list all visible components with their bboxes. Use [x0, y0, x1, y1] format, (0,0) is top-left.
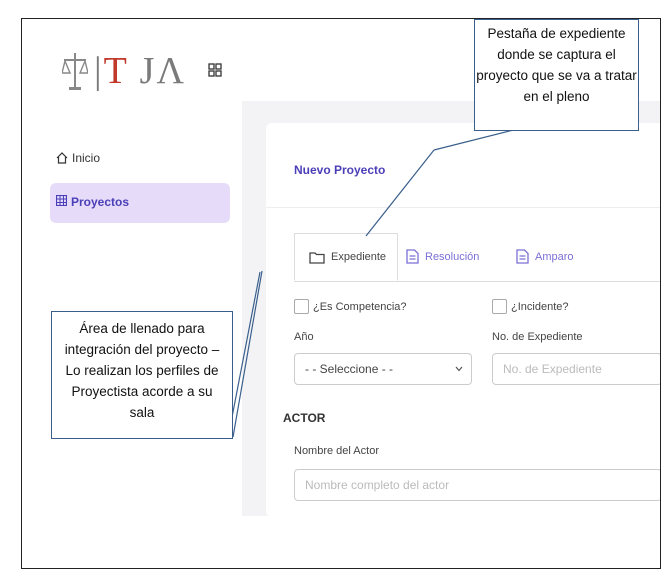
- chevron-down-icon: [455, 366, 463, 372]
- competencia-checkbox[interactable]: [294, 299, 309, 314]
- document-icon: [516, 249, 529, 264]
- expediente-label: No. de Expediente: [492, 331, 583, 343]
- competencia-check[interactable]: ¿Es Competencia?: [294, 299, 407, 314]
- expediente-input[interactable]: No. de Expediente: [492, 353, 660, 385]
- logo-t: T: [103, 50, 129, 92]
- logo: |T JΛ: [62, 49, 186, 93]
- apps-grid-icon[interactable]: [208, 63, 222, 77]
- area-annotation-callout: Área de llenado para integración del pro…: [51, 311, 233, 439]
- incidente-check[interactable]: ¿Incidente?: [492, 299, 568, 314]
- callout-line: Lo realizan los perfiles de: [65, 363, 219, 378]
- tab-resolucion[interactable]: Resolución: [406, 233, 479, 280]
- callout-line: Área de llenado para: [79, 321, 205, 336]
- logo-text: |T JΛ: [94, 50, 186, 92]
- document-icon: [406, 249, 419, 264]
- tab-label: Expediente: [331, 251, 387, 263]
- callout-line: en el pleno: [523, 89, 590, 104]
- sidebar-item-label: Proyectos: [71, 195, 130, 209]
- callout-line: donde se captura el: [497, 47, 616, 62]
- sidebar-item-proyectos[interactable]: Proyectos: [50, 183, 230, 223]
- divider: [266, 207, 660, 208]
- actor-placeholder: Nombre completo del actor: [305, 478, 450, 492]
- tab-expediente[interactable]: Expediente: [294, 233, 398, 281]
- sidebar-item-inicio[interactable]: Inicio: [56, 151, 100, 165]
- tab-label: Resolución: [425, 250, 480, 263]
- callout-line: proyecto que se va a tratar: [476, 68, 637, 83]
- expediente-placeholder: No. de Expediente: [503, 362, 602, 376]
- callout-line: Pestaña de expediente: [487, 26, 626, 41]
- actor-input[interactable]: Nombre completo del actor: [294, 469, 660, 501]
- callout-line: Proyectista acorde a su: [71, 384, 213, 399]
- tab-annotation-callout: Pestaña de expediente donde se captura e…: [474, 19, 639, 131]
- home-icon: [56, 152, 68, 164]
- logo-a: Λ: [156, 50, 186, 92]
- sidebar-item-label: Inicio: [72, 151, 101, 165]
- tab-amparo[interactable]: Amparo: [516, 233, 574, 280]
- folder-icon: [309, 251, 325, 264]
- card-title: Nuevo Proyecto: [294, 163, 386, 177]
- logo-separator: |: [94, 50, 104, 92]
- incidente-checkbox[interactable]: [492, 299, 507, 314]
- project-form-card: Nuevo Proyecto Expediente Resolución Amp…: [266, 123, 660, 517]
- tab-label: Amparo: [535, 250, 574, 263]
- incidente-label: ¿Incidente?: [511, 300, 569, 313]
- anio-select-value: - - Seleccione - -: [305, 362, 394, 376]
- sidebar: |T JΛ Inicio Proyectos: [22, 19, 240, 568]
- competencia-label: ¿Es Competencia?: [313, 300, 407, 313]
- actor-section-title: ACTOR: [283, 411, 326, 425]
- tab-bar: Expediente Resolución Amparo: [294, 233, 660, 282]
- scales-logo-icon: [62, 53, 88, 90]
- anio-label: Año: [294, 331, 314, 343]
- actor-label: Nombre del Actor: [294, 445, 379, 457]
- callout-line: sala: [129, 405, 155, 420]
- table-icon: [56, 195, 67, 206]
- anio-select[interactable]: - - Seleccione - -: [294, 353, 472, 385]
- callout-line: integración del proyecto –: [64, 342, 220, 357]
